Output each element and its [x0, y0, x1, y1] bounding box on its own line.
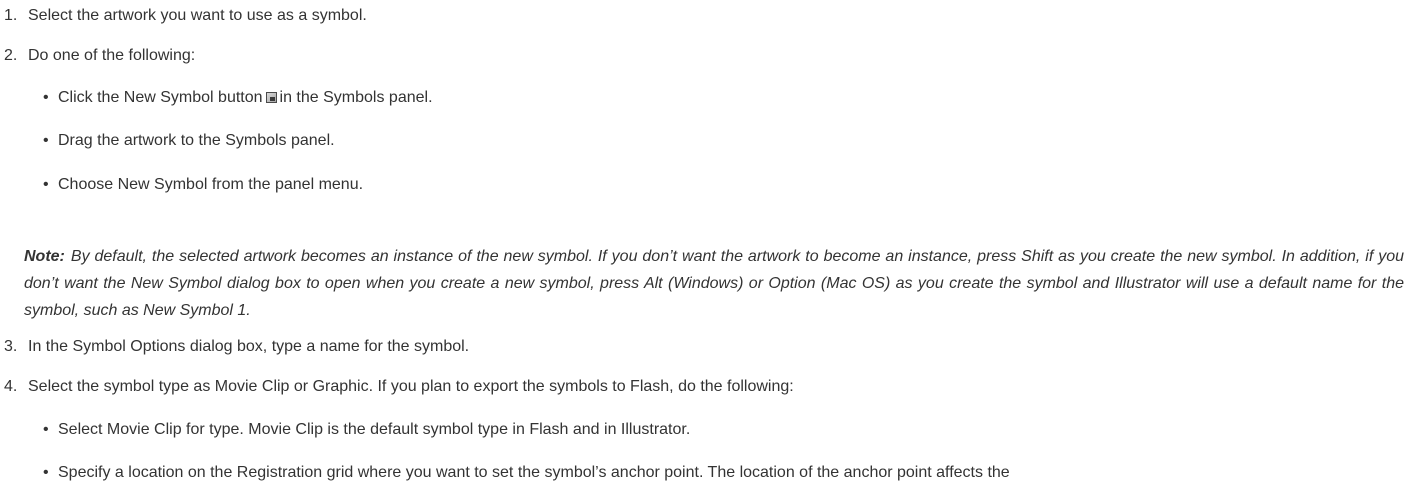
list-item: Specify a location on the Registration g…: [58, 463, 1010, 483]
list-item: Select Movie Clip for type. Movie Clip i…: [58, 420, 690, 440]
step-1: 1. Select the artwork you want to use as …: [4, 6, 367, 26]
note-paragraph: Note: By default, the selected artwork be…: [24, 243, 1404, 324]
step-4: 4. Select the symbol type as Movie Clip o…: [4, 377, 794, 397]
list-item-text: Drag the artwork to the Symbols panel.: [58, 132, 335, 149]
list-item-text: Choose New Symbol from the panel menu.: [58, 176, 364, 193]
step-text: Do one of the following:: [28, 47, 196, 64]
list-item-text: Click the New Symbol button: [58, 89, 263, 106]
new-symbol-icon: [265, 92, 277, 103]
step-text: Select the symbol type as Movie Clip or …: [28, 378, 794, 395]
step-number: 4.: [4, 378, 18, 395]
list-item-text: Specify a location on the Registration g…: [58, 464, 1010, 481]
bullet-icon: •: [43, 89, 49, 106]
step-3: 3. In the Symbol Options dialog box, type…: [4, 337, 469, 357]
step-text: Select the artwork you want to use as a …: [28, 7, 367, 24]
step-number: 2.: [4, 47, 18, 64]
step-text: In the Symbol Options dialog box, type a…: [28, 338, 470, 355]
list-item: Choose New Symbol from the panel menu.: [58, 175, 363, 195]
list-item: Drag the artwork to the Symbols panel.: [58, 131, 335, 151]
step-number: 3.: [4, 338, 18, 355]
list-item: Click the New Symbol button in the Symbol…: [58, 88, 433, 108]
bullet-icon: •: [43, 464, 49, 481]
note-text: By default, the selected artwork becomes…: [24, 248, 1404, 319]
note-label: Note:: [24, 248, 65, 265]
bullet-icon: •: [43, 421, 49, 438]
list-item-text: in the Symbols panel.: [279, 89, 433, 106]
bullet-icon: •: [43, 176, 49, 193]
step-2: 2. Do one of the following:: [4, 46, 195, 66]
step-number: 1.: [4, 7, 18, 24]
list-item-text: Select Movie Clip for type. Movie Clip i…: [58, 421, 691, 438]
bullet-icon: •: [43, 132, 49, 149]
